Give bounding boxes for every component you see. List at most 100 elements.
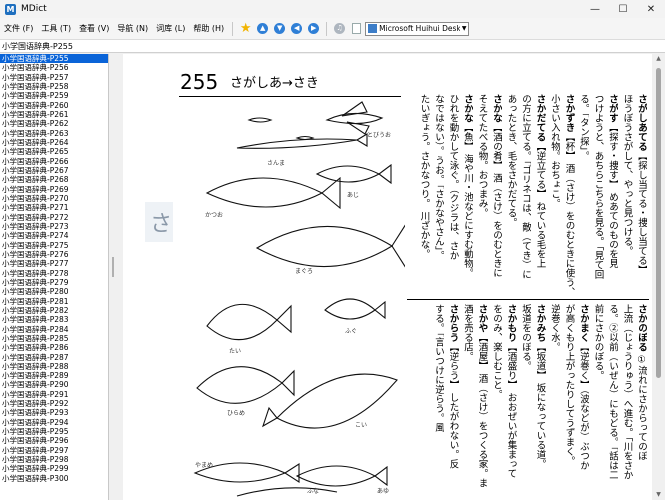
list-item[interactable]: 小学国语辞典-P255	[0, 54, 108, 64]
up-arrow-icon[interactable]: ▲	[256, 22, 269, 35]
menu-help[interactable]: 帮助 (H)	[189, 23, 228, 34]
voice-select-value: Microsoft Huihui Desktop - C	[379, 24, 460, 33]
entry-text-column: 坂道をのぼる。	[520, 304, 531, 371]
fish-label: あじ	[347, 192, 360, 199]
chevron-down-icon[interactable]: ▼	[460, 25, 468, 32]
list-item[interactable]: 小学国语辞典-P288	[0, 362, 108, 371]
entry-text-column: る。②以前（いぜん）にもどる。「話は二	[607, 304, 618, 480]
entry-text-column: さがしあてる【探し当てる・捜し当てる】	[636, 94, 647, 275]
list-item[interactable]: 小学国语辞典-P296	[0, 436, 108, 445]
list-item[interactable]: 小学国语辞典-P283	[0, 315, 108, 324]
list-item[interactable]: 小学国语辞典-P291	[0, 390, 108, 399]
list-item[interactable]: 小学国语辞典-P286	[0, 343, 108, 352]
fish-label: ふぐ	[345, 328, 358, 335]
list-item[interactable]: 小学国语辞典-P260	[0, 101, 108, 110]
list-item[interactable]: 小学国语辞典-P290	[0, 380, 108, 389]
scroll-up-icon[interactable]: ▲	[652, 54, 665, 64]
list-item[interactable]: 小学国语辞典-P263	[0, 129, 108, 138]
scroll-thumb[interactable]	[656, 68, 661, 378]
favorite-star-icon[interactable]: ★	[239, 21, 252, 36]
entry-text-column: さかみち【坂道】 坂になっている道。	[534, 304, 546, 469]
list-item[interactable]: 小学国语辞典-P270	[0, 194, 108, 203]
entry-text-column: ひれを動かして泳ぐ。（クジラは、さか	[447, 94, 459, 261]
toolbar: 文件 (F) 工具 (T) 查看 (V) 导航 (N) 词库 (L) 帮助 (H…	[0, 18, 665, 40]
document-icon[interactable]	[350, 22, 363, 35]
list-item[interactable]: 小学国语辞典-P278	[0, 269, 108, 278]
menu-file[interactable]: 文件 (F)	[0, 23, 37, 34]
list-item[interactable]: 小学国语辞典-P259	[0, 91, 108, 100]
scroll-down-icon[interactable]: ▼	[652, 490, 665, 500]
entry-text-column: ほうぼうさがして、やっと見つける。	[621, 94, 633, 256]
entry-text-column: 小さい入れ物。おちょこ。	[549, 94, 560, 208]
dictionary-page: 255 さがしあ→さき とびうお さんま あじ かつお まぐろ たい ふぐ ひら…	[173, 58, 649, 500]
voice-select[interactable]: Microsoft Huihui Desktop - C ▼	[365, 21, 470, 36]
splitter[interactable]	[109, 54, 123, 500]
list-item[interactable]: 小学国语辞典-P257	[0, 73, 108, 82]
list-item[interactable]: 小学国语辞典-P276	[0, 250, 108, 259]
entry-text-column: の方に立てる。「ゴリネコは、敵（てき）に	[520, 94, 531, 280]
list-item[interactable]: 小学国语辞典-P261	[0, 110, 108, 119]
list-item[interactable]: 小学国语辞典-P281	[0, 297, 108, 306]
splitter-grip[interactable]	[112, 257, 114, 277]
list-item[interactable]: 小学国语辞典-P285	[0, 334, 108, 343]
list-item[interactable]: 小学国语辞典-P264	[0, 138, 108, 147]
list-item[interactable]: 小学国语辞典-P300	[0, 474, 108, 483]
fish-label: たい	[229, 348, 242, 355]
entry-text-column: さかもり【酒盛り】 おおぜいが集まって	[505, 304, 517, 479]
list-item[interactable]: 小学国语辞典-P284	[0, 325, 108, 334]
list-item[interactable]: 小学国语辞典-P267	[0, 166, 108, 175]
list-item[interactable]: 小学国语辞典-P258	[0, 82, 108, 91]
list-item[interactable]: 小学国语辞典-P299	[0, 464, 108, 473]
back-arrow-icon[interactable]: ◀	[290, 22, 303, 35]
menu-view[interactable]: 查看 (V)	[75, 23, 113, 34]
list-item[interactable]: 小学国语辞典-P272	[0, 213, 108, 222]
list-item[interactable]: 小学国语辞典-P256	[0, 63, 108, 72]
list-item[interactable]: 小学国语辞典-P275	[0, 241, 108, 250]
minimize-button[interactable]: —	[581, 0, 609, 18]
fish-label: とびうお	[367, 132, 392, 139]
list-item[interactable]: 小学国语辞典-P294	[0, 418, 108, 427]
list-item[interactable]: 小学国语辞典-P297	[0, 446, 108, 455]
entry-text-column: なではない）。うお。「さかなやさん」。	[433, 94, 444, 261]
close-button[interactable]: ✕	[637, 0, 665, 18]
list-item[interactable]: 小学国语辞典-P271	[0, 203, 108, 212]
headword-list[interactable]: 小学国语辞典-P255 小学国语辞典-P256 小学国语辞典-P257 小学国语辞典-…	[0, 54, 109, 500]
list-item[interactable]: 小学国语辞典-P293	[0, 408, 108, 417]
list-item[interactable]: 小学国语辞典-P279	[0, 278, 108, 287]
headword-input[interactable]: 小学国语辞典-P255	[0, 40, 665, 53]
list-item[interactable]: 小学国语辞典-P274	[0, 231, 108, 240]
down-arrow-icon[interactable]: ▼	[273, 22, 286, 35]
fish-illustration-drawing	[193, 101, 407, 497]
maximize-button[interactable]: ☐	[609, 0, 637, 18]
list-item[interactable]: 小学国语辞典-P269	[0, 185, 108, 194]
content-pane: さ 255 さがしあ→さき とびうお さんま あじ かつお まぐろ たい ふぐ …	[123, 54, 652, 500]
entry-text-column: さかな【酒の肴】 酒（さけ）をのむときに	[491, 94, 502, 278]
entry-text-column: が高くもり上がったりしてうずまく。	[563, 304, 575, 466]
list-item[interactable]: 小学国语辞典-P282	[0, 306, 108, 315]
list-item[interactable]: 小学国语辞典-P266	[0, 157, 108, 166]
list-item[interactable]: 小学国语辞典-P268	[0, 175, 108, 184]
entry-text-column: する。「言いつけに逆らう。風	[433, 304, 444, 433]
menu-library[interactable]: 词库 (L)	[152, 23, 189, 34]
window-title: MDict	[21, 4, 47, 14]
entry-text-column: さかな【魚】 海や川・池などにすむ動物。	[462, 94, 473, 278]
speaker-icon[interactable]: ♫	[333, 22, 346, 35]
forward-arrow-icon[interactable]: ▶	[307, 22, 320, 35]
list-item[interactable]: 小学国语辞典-P265	[0, 147, 108, 156]
entry-text-column: る。「タン探」。	[578, 94, 589, 161]
fish-label: まぐろ	[295, 268, 314, 275]
entry-text: さがしあてる【探し当てる・捜し当てる】 ほうぼうさがして、やっと見つける。 さがす【…	[407, 94, 649, 498]
list-item[interactable]: 小学国语辞典-P262	[0, 119, 108, 128]
list-item[interactable]: 小学国语辞典-P277	[0, 259, 108, 268]
vertical-scrollbar[interactable]: ▲ ▼	[652, 54, 665, 500]
list-item[interactable]: 小学国语辞典-P280	[0, 287, 108, 296]
fish-label: ふな	[307, 488, 320, 495]
menu-navigate[interactable]: 导航 (N)	[113, 23, 152, 34]
page-number: 255	[180, 70, 219, 94]
fish-label: やまめ	[195, 462, 214, 469]
menu-tools[interactable]: 工具 (T)	[37, 23, 75, 34]
list-item[interactable]: 小学国语辞典-P273	[0, 222, 108, 231]
heading-rule	[179, 96, 401, 97]
list-item[interactable]: 小学国语辞典-P287	[0, 353, 108, 362]
page-heading: さがしあ→さき	[230, 76, 319, 91]
